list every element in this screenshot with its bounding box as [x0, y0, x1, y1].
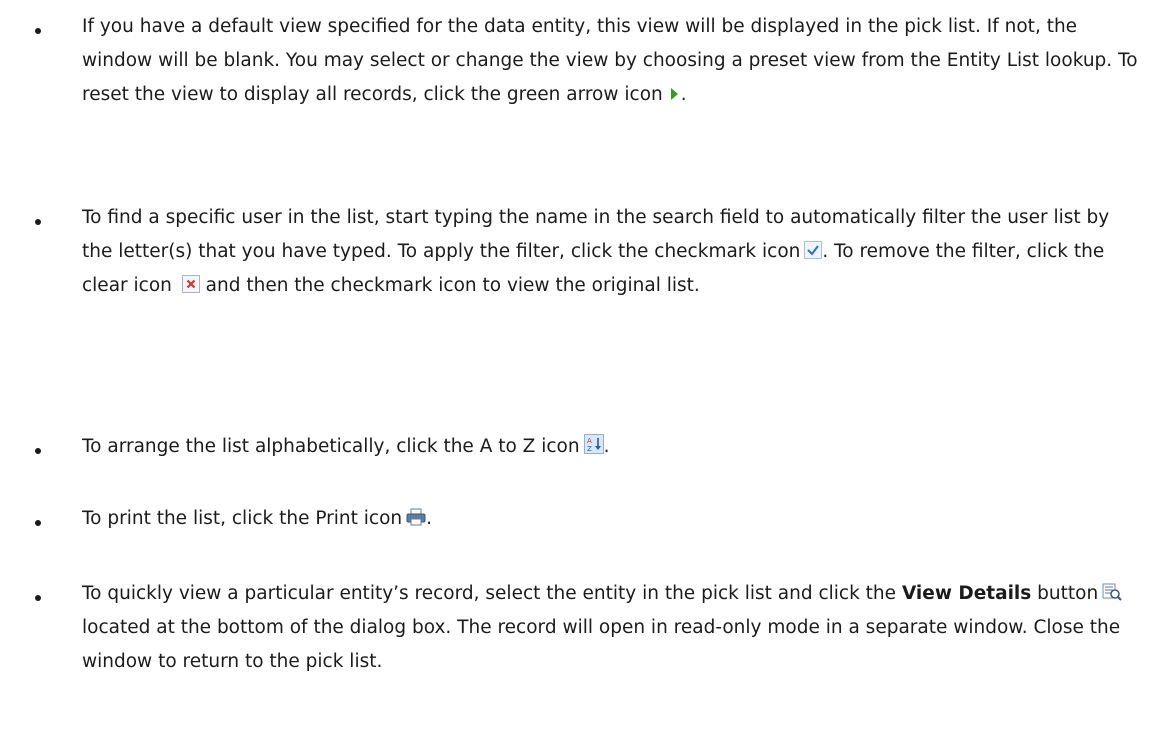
bullet-marker — [35, 520, 41, 526]
bullet-marker — [35, 28, 41, 34]
paragraph-sort-az: To arrange the list alphabetically, clic… — [82, 430, 1142, 464]
text-after-green-arrow: . — [680, 84, 687, 105]
clear-icon — [181, 275, 200, 293]
text-view-original: and then the checkmark icon to view the … — [205, 275, 700, 296]
document-page: If you have a default view specified for… — [0, 0, 1166, 740]
paragraph-search-filter: To find a specific user in the list, sta… — [82, 201, 1142, 303]
text-button-word: button — [1037, 583, 1099, 604]
bullet-marker — [35, 448, 41, 454]
bullet-marker — [35, 219, 41, 225]
view-details-icon — [1102, 583, 1122, 601]
svg-text:Z: Z — [587, 445, 592, 453]
svg-text:A: A — [587, 437, 592, 445]
text-before-green-arrow: If you have a default view specified for… — [82, 16, 1138, 105]
text-view-record: To quickly view a particular entity’s re… — [82, 583, 897, 604]
text-sort-az: To arrange the list alphabetically, clic… — [82, 436, 580, 457]
bullet-marker — [35, 595, 41, 601]
text-view-details-rest: located at the bottom of the dialog box.… — [82, 617, 1121, 672]
a-to-z-sort-icon: AZ — [583, 434, 604, 454]
text-print: To print the list, click the Print icon — [82, 508, 403, 529]
paragraph-print: To print the list, click the Print icon. — [82, 502, 1142, 536]
print-icon — [406, 508, 426, 526]
text-after-sort-icon: . — [603, 436, 610, 457]
view-details-label: View Details — [901, 583, 1032, 604]
paragraph-reset-view: If you have a default view specified for… — [82, 10, 1142, 112]
paragraph-view-details: To quickly view a particular entity’s re… — [82, 577, 1142, 679]
checkmark-icon — [804, 241, 823, 259]
text-after-print-icon: . — [426, 508, 433, 529]
green-arrow-icon — [667, 86, 681, 102]
